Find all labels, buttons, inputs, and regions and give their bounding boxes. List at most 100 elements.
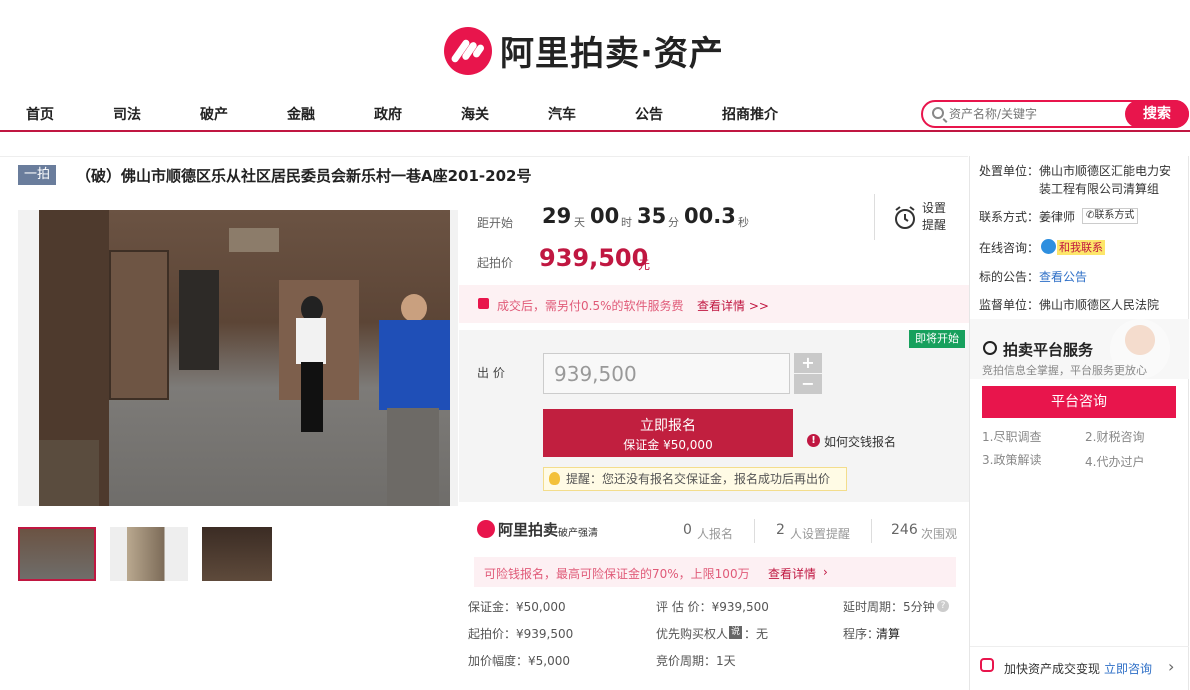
nav-item-announcement[interactable]: 公告 bbox=[635, 104, 663, 124]
assess-info: 评 估 价：¥939,500 bbox=[656, 600, 769, 614]
bag-icon bbox=[478, 298, 489, 309]
divider bbox=[871, 519, 872, 543]
notice-label: 标的公告： bbox=[979, 270, 1040, 284]
thumbnail-2[interactable] bbox=[110, 527, 188, 581]
start-price-value: 939,500 bbox=[539, 244, 649, 272]
chat-button[interactable]: 和我联系 bbox=[1057, 240, 1105, 255]
chevron-right-icon: › bbox=[1168, 657, 1175, 676]
reminder-button[interactable]: 设置提醒 bbox=[893, 200, 949, 236]
accelerate-link[interactable]: 立即咨询 bbox=[1104, 660, 1152, 677]
notice-link[interactable]: 查看公告 bbox=[1039, 268, 1087, 285]
priority-label: 优先购买权人 bbox=[656, 627, 729, 641]
item-title: （破）佛山市顺德区乐从社区居民委员会新乐村一巷A座201-202号 bbox=[76, 167, 532, 185]
reminder-count: 2 bbox=[776, 522, 785, 538]
divider bbox=[0, 156, 968, 157]
nav-item-customs[interactable]: 海关 bbox=[461, 104, 489, 124]
price-unit: 元 bbox=[638, 258, 651, 272]
start-price-info: 起拍价：¥939,500 bbox=[468, 627, 574, 641]
service-item[interactable]: 2.财税咨询 bbox=[1085, 428, 1144, 445]
thumbnail-3[interactable] bbox=[202, 527, 272, 581]
handshake-icon bbox=[983, 341, 997, 355]
nav-item-home[interactable]: 首页 bbox=[26, 104, 54, 124]
nav-item-bankruptcy[interactable]: 破产 bbox=[200, 104, 228, 124]
search-input[interactable] bbox=[949, 105, 1119, 123]
search-icon bbox=[932, 107, 944, 119]
deposit-info: 保证金：¥50,000 bbox=[468, 600, 566, 614]
round-badge: 一拍 bbox=[18, 165, 56, 185]
nav-item-finance[interactable]: 金融 bbox=[287, 104, 315, 124]
brand-logo[interactable]: 阿里拍卖·资产 bbox=[444, 26, 724, 75]
alarm-clock-icon bbox=[895, 206, 915, 229]
procedure-value: 清算 bbox=[876, 627, 901, 641]
contact-value: 姜律师 bbox=[1039, 210, 1076, 224]
contact-button-label: 联系方式 bbox=[1094, 210, 1135, 221]
auction-stats: 阿里拍卖 破产强清 0 人报名 2 人设置提醒 246 次围观 bbox=[459, 503, 969, 559]
seconds-unit: 秒 bbox=[738, 216, 749, 229]
fee-notice: 成交后，需另付0.5%的软件服务费 查看详情 >> bbox=[459, 285, 969, 323]
online-label: 在线咨询： bbox=[979, 241, 1040, 255]
signup-tip: 提醒：您还没有报名交保证金，报名成功后再出价 bbox=[543, 467, 847, 491]
info-icon: ! bbox=[807, 434, 820, 447]
search-bar: 搜索 bbox=[921, 100, 1189, 128]
priority-tag[interactable]: 说 bbox=[729, 626, 742, 639]
signup-button[interactable]: 立即报名 保证金 ¥50,000 bbox=[543, 409, 793, 457]
hours-unit: 时 bbox=[621, 216, 632, 229]
service-item[interactable]: 4.代办过户 bbox=[1085, 453, 1144, 470]
nav-item-auto[interactable]: 汽车 bbox=[548, 104, 576, 124]
deposit-label: 保证金 ¥50,000 bbox=[623, 438, 713, 452]
howto-signup-link[interactable]: 如何交钱报名 bbox=[824, 433, 896, 450]
bid-label: 出 价 bbox=[477, 366, 505, 380]
chevron-right-icon: › bbox=[823, 565, 828, 579]
minutes-unit: 分 bbox=[668, 216, 679, 229]
accelerate-text: 加快资产成交变现 bbox=[1004, 662, 1101, 676]
priority-value: ：无 bbox=[744, 627, 769, 641]
increment-info: 加价幅度：¥5,000 bbox=[468, 654, 570, 668]
cycle-info: 竞价周期：1天 bbox=[656, 654, 736, 668]
ali-auction-icon bbox=[477, 520, 495, 538]
insurance-text: 可险钱报名，最高可险保证金的70%，上限100万 bbox=[484, 567, 750, 581]
divider bbox=[754, 519, 755, 543]
view-count-label: 次围观 bbox=[921, 527, 958, 541]
dispose-label: 处置单位： bbox=[979, 164, 1040, 178]
consult-button[interactable]: 平台咨询 bbox=[982, 386, 1176, 418]
fee-text: 成交后，需另付0.5%的软件服务费 bbox=[497, 299, 684, 313]
nav-item-judicial[interactable]: 司法 bbox=[113, 104, 141, 124]
contact-label: 联系方式： bbox=[979, 210, 1040, 224]
insurance-details-link[interactable]: 查看详情 bbox=[768, 565, 816, 582]
view-count: 246 bbox=[891, 522, 918, 538]
logo-icon bbox=[444, 26, 492, 75]
hand-icon bbox=[980, 658, 994, 672]
thumbnail-1[interactable] bbox=[18, 527, 96, 581]
days-unit: 天 bbox=[574, 216, 585, 229]
signup-count: 0 bbox=[683, 522, 692, 538]
help-icon[interactable]: ? bbox=[937, 600, 949, 612]
fee-details-link[interactable]: 查看详情 >> bbox=[697, 297, 769, 314]
decrease-button[interactable]: − bbox=[794, 374, 822, 394]
status-badge: 即将开始 bbox=[909, 330, 965, 348]
main-photo[interactable] bbox=[18, 210, 458, 506]
header: 阿里拍卖·资产 bbox=[0, 0, 1190, 96]
delay-info: 延时周期：5分钟 bbox=[843, 600, 935, 614]
signup-count-label: 人报名 bbox=[697, 527, 734, 541]
search-button[interactable]: 搜索 bbox=[1125, 100, 1189, 128]
reminder-label: 设置提醒 bbox=[922, 201, 947, 232]
chat-icon bbox=[1041, 239, 1056, 254]
bid-amount-input[interactable]: 939,500 bbox=[543, 353, 790, 394]
service-title: 拍卖平台服务 bbox=[1003, 341, 1094, 359]
tip-text: 提醒：您还没有报名交保证金，报名成功后再出价 bbox=[566, 472, 831, 486]
nav-item-government[interactable]: 政府 bbox=[374, 104, 402, 124]
reminder-count-label: 人设置提醒 bbox=[790, 527, 851, 541]
dispose-value: 佛山市顺德区汇能电力安装工程有限公司清算组 bbox=[1039, 164, 1172, 196]
stats-brand: 阿里拍卖 bbox=[498, 521, 559, 539]
accelerate-bar[interactable]: 加快资产成交变现 立即咨询 › bbox=[970, 646, 1189, 690]
service-item[interactable]: 3.政策解读 bbox=[982, 451, 1041, 468]
insurance-banner[interactable]: 可险钱报名，最高可险保证金的70%，上限100万 查看详情 › bbox=[474, 557, 956, 587]
increase-button[interactable]: + bbox=[794, 353, 822, 373]
start-price-label: 起拍价 bbox=[477, 256, 514, 270]
property-image bbox=[39, 210, 450, 506]
contact-button[interactable]: ✆联系方式 bbox=[1082, 208, 1139, 224]
sidebar bbox=[969, 156, 1189, 690]
supervise-value: 佛山市顺德区人民法院 bbox=[1039, 298, 1160, 312]
nav-item-investment[interactable]: 招商推介 bbox=[722, 104, 778, 124]
service-item[interactable]: 1.尽职调查 bbox=[982, 428, 1041, 445]
